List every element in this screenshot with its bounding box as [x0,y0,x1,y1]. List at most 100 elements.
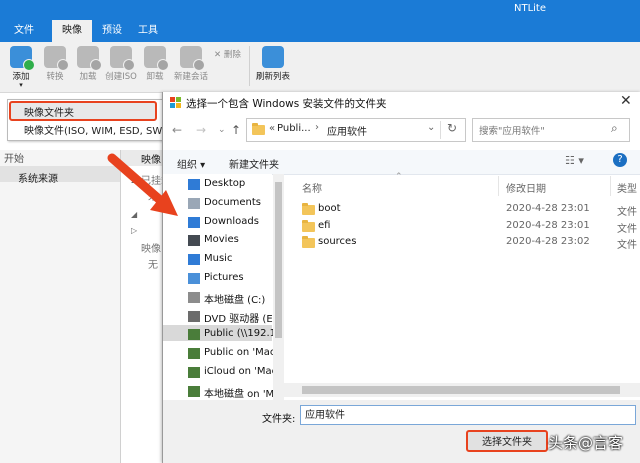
pictures-icon [188,273,200,284]
new-session-label: 新建会话 [173,72,208,82]
file-date: 2020-4-28 23:02 [506,236,590,247]
create-iso-label: 创建ISO [105,72,137,82]
unload-icon [144,46,169,71]
network-drive-icon [188,329,200,341]
delete-button[interactable]: ✕ 删除 [214,48,241,60]
watermark: 头条@言客 [548,434,624,452]
downloads-icon [188,216,200,228]
horizontal-scrollbar-thumb[interactable] [302,386,620,394]
breadcrumb-app-software[interactable]: 应用软件 [327,123,367,138]
unload-button[interactable]: 卸载 [138,44,172,82]
add-button[interactable]: 添加 ▾ [4,44,38,89]
expand-icon[interactable]: ◢ [131,175,137,184]
menu-bar: 文件 映像 预设 工具 [0,20,640,42]
dialog-title: 选择一个包含 Windows 安装文件的文件夹 [186,98,387,110]
image-list-title: 映像 [141,155,161,166]
menu-item-image-file[interactable]: 映像文件(ISO, WIM, ESD, SWM) [24,122,175,137]
movies-icon [188,235,200,247]
select-folder-button[interactable]: 选择文件夹 [466,430,548,452]
documents-icon [188,197,200,209]
menu-tab-tools[interactable]: 工具 [130,20,166,42]
column-header-type[interactable]: 类型 [617,180,637,195]
iso-icon [110,46,135,71]
tree-item-image-child[interactable]: 无 [148,256,158,271]
file-name: sources [318,236,357,247]
refresh-list-button[interactable]: 刷新列表 [253,44,293,82]
file-type: 文件 [617,223,637,235]
convert-icon [44,46,69,71]
folder-icon [302,236,315,248]
close-icon[interactable]: ✕ [620,93,632,109]
create-iso-button[interactable]: 创建ISO [104,44,138,82]
folder-name-input[interactable]: 应用软件 [300,405,636,425]
unload-label: 卸载 [146,72,164,82]
folder-label: 文件夹: [262,414,296,425]
add-icon [10,46,35,71]
column-divider[interactable] [610,176,611,196]
column-header-date[interactable]: 修改日期 [506,180,546,195]
search-icon[interactable]: ⌕ [611,121,618,136]
delete-icon: ✕ [214,50,224,60]
breadcrumb-public[interactable]: Publi... [277,123,311,134]
tree-item-mounted-child[interactable]: 未 [148,188,158,203]
address-overflow[interactable]: « [269,123,275,134]
menu-tab-image[interactable]: 映像 [52,20,92,42]
file-date: 2020-4-28 23:01 [506,219,590,231]
left-pane-header: 开始 [4,154,24,165]
new-session-button[interactable]: 新建会话 [171,44,211,82]
new-session-icon [180,46,205,71]
file-type: 文件 [617,240,637,251]
breadcrumb-separator-icon: › [315,122,319,133]
address-dropdown-icon[interactable]: ⌄ [427,122,435,133]
help-icon[interactable]: ? [613,153,627,167]
chevron-down-icon: ▾ [19,81,23,89]
left-pane [0,150,120,463]
forward-icon[interactable]: → [196,123,206,137]
up-icon[interactable]: ↑ [231,123,241,137]
chevron-down-icon[interactable]: ⌄ [218,125,226,135]
dvd-icon [188,310,200,322]
ribbon-divider [249,46,250,86]
folder-icon [302,219,315,232]
network-drive-icon [188,348,200,360]
load-button[interactable]: 加载 [71,44,105,82]
folder-icon [252,123,265,135]
expand-icon[interactable]: ◢ [131,210,137,219]
search-input[interactable]: 搜索"应用软件" ⌕ [472,118,630,142]
load-icon [77,46,102,71]
menu-tab-presets[interactable]: 预设 [94,20,130,42]
left-pane-item-system-source[interactable]: 系统来源 [18,170,58,185]
music-icon [188,254,200,266]
refresh-icon [262,46,284,68]
folder-icon [302,203,315,215]
refresh-label: 刷新列表 [255,72,290,82]
drive-icon [188,291,200,303]
organize-button[interactable]: 组织 ▾ [177,156,205,171]
view-options-icon[interactable]: ☷ ▾ [565,154,584,167]
back-icon[interactable]: ← [172,123,182,137]
network-drive-icon [188,367,200,378]
refresh-icon[interactable]: ↻ [440,121,463,139]
collapse-icon[interactable]: ▷ [131,226,137,235]
app-icon [170,97,181,108]
app-title: NTLite [513,3,546,14]
convert-button[interactable]: 转换 [38,44,72,82]
desktop-icon [188,179,200,190]
delete-label: 删除 [223,50,241,60]
address-bar[interactable]: « Publi... › 应用软件 ⌄ [246,118,466,142]
ribbon: 添加 ▾ 转换 加载 创建ISO 卸载 新建会话 ✕ 删除 刷新列表 [0,42,640,93]
sort-indicator-icon: ⌃ [395,172,403,182]
convert-label: 转换 [46,72,64,82]
column-divider[interactable] [498,176,499,196]
search-placeholder: 搜索"应用软件" [479,126,545,137]
file-name: boot [318,203,341,214]
menu-item-image-folder[interactable]: 映像文件夹 [24,104,74,119]
nav-scrollbar-thumb[interactable] [275,182,282,338]
menu-tab-file[interactable]: 文件 [6,20,42,42]
column-header-name[interactable]: 名称 [302,180,322,195]
file-date: 2020-4-28 23:01 [506,203,590,214]
file-type: 文件 [617,207,637,218]
new-folder-button[interactable]: 新建文件夹 [229,156,279,171]
pane-divider [120,150,121,463]
tree-item-image[interactable]: 映像 [141,240,161,255]
